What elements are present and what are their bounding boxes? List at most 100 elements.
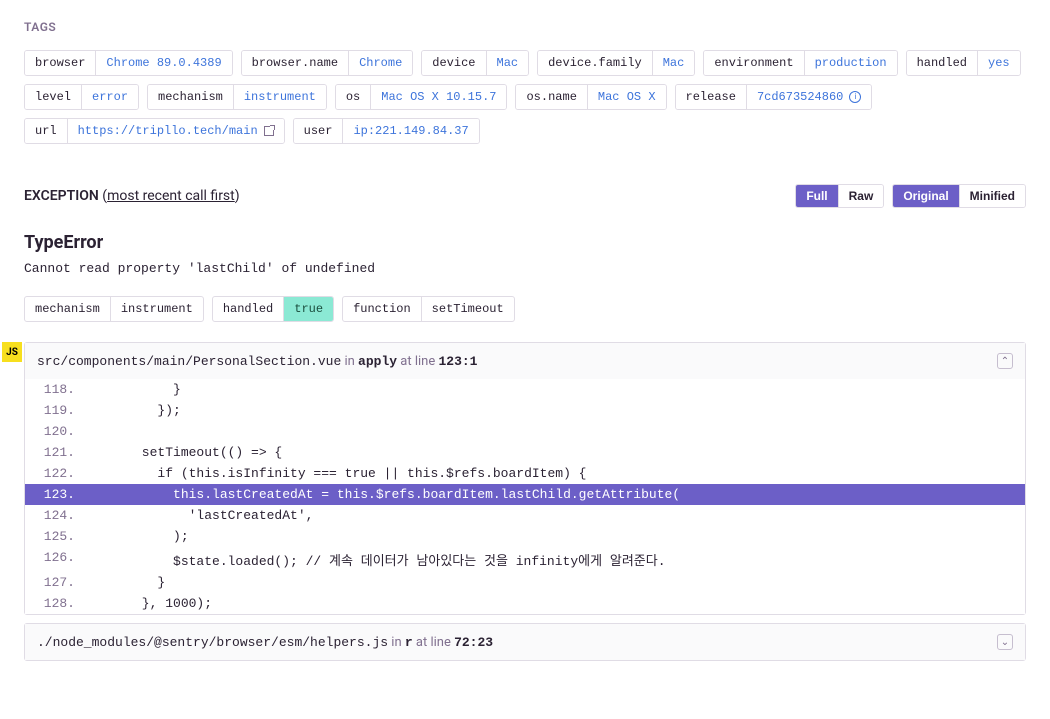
frame-header[interactable]: ./node_modules/@sentry/browser/esm/helpe… bbox=[25, 624, 1025, 660]
tag-key: handled bbox=[907, 51, 977, 75]
tag-pill[interactable]: browserChrome 89.0.4389 bbox=[24, 50, 233, 76]
info-icon[interactable]: i bbox=[849, 91, 861, 103]
frame-file: ./node_modules/@sentry/browser/esm/helpe… bbox=[37, 635, 388, 650]
tag-value[interactable]: yes bbox=[977, 51, 1020, 75]
tag-key: browser bbox=[25, 51, 95, 75]
meta-value: true bbox=[283, 297, 333, 321]
line-number: 126. bbox=[25, 550, 95, 569]
meta-value: setTimeout bbox=[421, 297, 514, 321]
tag-pill[interactable]: levelerror bbox=[24, 84, 139, 110]
chevron-down-icon[interactable]: ⌄ bbox=[997, 634, 1013, 650]
tag-key: browser.name bbox=[242, 51, 348, 75]
code-line: 126. $state.loaded(); // 계속 데이터가 남아있다는 것… bbox=[25, 547, 1025, 572]
tag-pill[interactable]: osMac OS X 10.15.7 bbox=[335, 84, 508, 110]
exception-label: EXCEPTION bbox=[24, 188, 99, 204]
tag-value[interactable]: Mac OS X bbox=[587, 85, 666, 109]
tag-key: device bbox=[422, 51, 485, 75]
code-line: 127. } bbox=[25, 572, 1025, 593]
tag-value[interactable]: Mac bbox=[652, 51, 695, 75]
tags-container: browserChrome 89.0.4389browser.nameChrom… bbox=[24, 50, 1026, 144]
stack-order-link[interactable]: most recent call first bbox=[107, 188, 235, 204]
tag-pill[interactable]: handledyes bbox=[906, 50, 1021, 76]
tags-section-header: TAGS bbox=[24, 20, 1026, 34]
tag-pill[interactable]: mechanisminstrument bbox=[147, 84, 327, 110]
code-line: 124. 'lastCreatedAt', bbox=[25, 505, 1025, 526]
line-code: $state.loaded(); // 계속 데이터가 남아있다는 것을 inf… bbox=[95, 550, 666, 569]
line-number: 122. bbox=[25, 466, 95, 481]
line-number: 119. bbox=[25, 403, 95, 418]
tag-pill[interactable]: environmentproduction bbox=[703, 50, 897, 76]
frame-file: src/components/main/PersonalSection.vue bbox=[37, 354, 341, 369]
frame-at-line-text: at line bbox=[397, 354, 438, 369]
code-line-highlighted: 123. this.lastCreatedAt = this.$refs.boa… bbox=[25, 484, 1025, 505]
code-block: 118. }119. });120.121. setTimeout(() => … bbox=[25, 379, 1025, 614]
code-line: 121. setTimeout(() => { bbox=[25, 442, 1025, 463]
meta-pill: handledtrue bbox=[212, 296, 334, 322]
meta-key: mechanism bbox=[25, 297, 110, 321]
chevron-up-icon[interactable]: ⌃ bbox=[997, 353, 1013, 369]
paren: ) bbox=[235, 188, 240, 204]
minified-button[interactable]: Minified bbox=[959, 185, 1025, 207]
tag-pill[interactable]: urlhttps://tripllo.tech/main bbox=[24, 118, 285, 144]
tag-value[interactable]: Mac OS X 10.15.7 bbox=[370, 85, 506, 109]
tag-pill[interactable]: deviceMac bbox=[421, 50, 529, 76]
frame-line: 72:23 bbox=[454, 635, 493, 650]
line-code: setTimeout(() => { bbox=[95, 445, 282, 460]
code-line: 118. } bbox=[25, 379, 1025, 400]
tag-value[interactable]: https://tripllo.tech/main bbox=[67, 119, 284, 143]
code-line: 122. if (this.isInfinity === true || thi… bbox=[25, 463, 1025, 484]
line-number: 120. bbox=[25, 424, 95, 439]
line-code: this.lastCreatedAt = this.$refs.boardIte… bbox=[95, 487, 680, 502]
external-link-icon bbox=[264, 126, 274, 136]
tag-key: url bbox=[25, 119, 67, 143]
stack-container: JS src/components/main/PersonalSection.v… bbox=[24, 342, 1026, 661]
frame-function: r bbox=[405, 635, 413, 650]
tag-key: os bbox=[336, 85, 370, 109]
code-line: 128. }, 1000); bbox=[25, 593, 1025, 614]
tag-pill[interactable]: os.nameMac OS X bbox=[515, 84, 666, 110]
view-toggle-set: Full Raw bbox=[795, 184, 884, 208]
full-button[interactable]: Full bbox=[796, 185, 837, 207]
frame-header[interactable]: src/components/main/PersonalSection.vue … bbox=[25, 343, 1025, 379]
line-code: } bbox=[95, 575, 165, 590]
line-number: 125. bbox=[25, 529, 95, 544]
tag-value[interactable]: instrument bbox=[233, 85, 326, 109]
line-number: 118. bbox=[25, 382, 95, 397]
tag-key: device.family bbox=[538, 51, 652, 75]
tag-value[interactable]: Chrome bbox=[348, 51, 412, 75]
tag-key: mechanism bbox=[148, 85, 233, 109]
original-button[interactable]: Original bbox=[893, 185, 958, 207]
tag-value[interactable]: Chrome 89.0.4389 bbox=[95, 51, 231, 75]
meta-key: function bbox=[343, 297, 421, 321]
tag-value[interactable]: 7cd673524860i bbox=[746, 85, 871, 109]
frame-in-text: in bbox=[341, 354, 358, 369]
meta-tags: mechanisminstrumenthandledtruefunctionse… bbox=[24, 296, 1026, 322]
line-code: }, 1000); bbox=[95, 596, 212, 611]
code-line: 125. ); bbox=[25, 526, 1025, 547]
stack-frame: src/components/main/PersonalSection.vue … bbox=[24, 342, 1026, 615]
code-line: 119. }); bbox=[25, 400, 1025, 421]
tag-pill[interactable]: browser.nameChrome bbox=[241, 50, 414, 76]
tag-value[interactable]: production bbox=[804, 51, 897, 75]
tag-pill[interactable]: device.familyMac bbox=[537, 50, 695, 76]
js-badge-icon: JS bbox=[2, 342, 22, 362]
code-line: 120. bbox=[25, 421, 1025, 442]
tag-value[interactable]: ip:221.149.84.37 bbox=[342, 119, 478, 143]
tag-pill[interactable]: release7cd673524860i bbox=[675, 84, 873, 110]
tag-key: environment bbox=[704, 51, 803, 75]
line-code: ); bbox=[95, 529, 189, 544]
line-number: 128. bbox=[25, 596, 95, 611]
source-toggle-set: Original Minified bbox=[892, 184, 1026, 208]
toggle-group: Full Raw Original Minified bbox=[795, 184, 1026, 208]
tag-value[interactable]: error bbox=[81, 85, 138, 109]
line-code: 'lastCreatedAt', bbox=[95, 508, 313, 523]
exception-header: EXCEPTION (most recent call first) Full … bbox=[24, 184, 1026, 208]
tag-pill[interactable]: userip:221.149.84.37 bbox=[293, 118, 480, 144]
line-code: }); bbox=[95, 403, 181, 418]
raw-button[interactable]: Raw bbox=[838, 185, 884, 207]
tag-value[interactable]: Mac bbox=[486, 51, 529, 75]
tag-key: release bbox=[676, 85, 746, 109]
meta-key: handled bbox=[213, 297, 283, 321]
line-number: 127. bbox=[25, 575, 95, 590]
stack-frame: ./node_modules/@sentry/browser/esm/helpe… bbox=[24, 623, 1026, 661]
